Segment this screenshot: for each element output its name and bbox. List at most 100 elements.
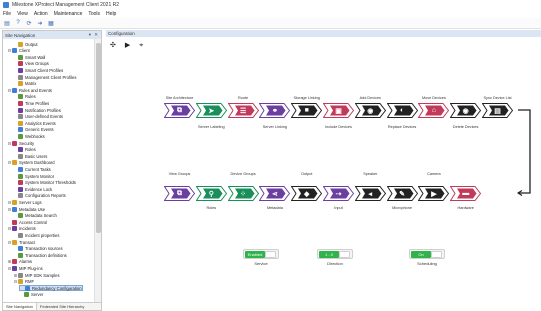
camera-step[interactable]: ▶ (418, 186, 450, 201)
view-groups-step[interactable]: ⧉ (164, 186, 195, 201)
input-icon: ⇢ (335, 190, 342, 198)
delete-device-step[interactable]: ◉ (450, 103, 482, 118)
output-step[interactable]: ◆ (291, 186, 323, 201)
menu-maintenance[interactable]: Maintenance (54, 11, 83, 17)
tree-item[interactable]: Redundancy Configuration (19, 285, 83, 292)
storage-step[interactable]: ■ (291, 103, 323, 118)
tree-item[interactable]: ⊟ Server Logs (7, 199, 42, 205)
tree-item[interactable]: ⊟ System Dashboard (7, 160, 55, 166)
speaker-step[interactable]: ◂ (354, 186, 386, 201)
tree-item[interactable]: Evidence Lock (13, 186, 52, 192)
tree-item[interactable]: Rules (13, 94, 36, 100)
tree-item[interactable]: Transaction definitions (13, 252, 67, 258)
pane-controls[interactable]: ▾ ✕ (89, 32, 99, 38)
route-step[interactable]: ☰ (227, 103, 259, 118)
sync-list-step[interactable]: ▤ (482, 103, 513, 118)
menu-view[interactable]: View (17, 11, 28, 17)
pointer-tool-icon[interactable]: ▶ (125, 42, 130, 49)
tree-item[interactable]: Configuration Reports (13, 193, 66, 199)
tree-item[interactable]: Server (19, 292, 43, 298)
tree-scrollbar[interactable] (94, 39, 101, 304)
roles-step[interactable]: ⚲ (195, 186, 227, 201)
tree-item[interactable]: ⊞ Alarms (7, 259, 32, 265)
menu-help[interactable]: Help (106, 11, 116, 17)
metadata-step[interactable]: ⋖ (259, 186, 291, 201)
window-title: Milestone XProtect Management Client 202… (12, 1, 120, 8)
tree-item[interactable]: ⊟ RMF (13, 279, 34, 285)
toggle-knob[interactable] (339, 251, 350, 258)
tree-item[interactable]: System Monitor Thresholds (13, 180, 76, 186)
tree-item-label: RMF (25, 279, 35, 285)
tree-item[interactable]: Roles (13, 147, 36, 153)
tree-item-label: Management Client Profiles (25, 74, 77, 80)
tab-site-navigation[interactable]: Site Navigation (3, 303, 37, 310)
tree-item[interactable]: ⊟ Security (7, 140, 34, 146)
tree-item[interactable]: ⊟ Transact (7, 239, 35, 245)
toggle-state: On (411, 251, 431, 258)
tree-item[interactable]: ⊟ Client (7, 48, 30, 54)
step-label: Microphone (392, 206, 413, 210)
tree-item-label: Incident properties (25, 232, 60, 238)
tree-item[interactable]: Notification Profiles (13, 107, 61, 113)
tag-step[interactable]: ➤ (195, 103, 227, 118)
hardware-step[interactable]: ▬ (450, 186, 482, 201)
tree-scrollbar-thumb[interactable] (96, 43, 101, 233)
tree-item[interactable]: Analytics Events (13, 120, 56, 126)
tree-item[interactable]: View Groups (13, 61, 49, 67)
pan-tool-icon[interactable]: ✣ (110, 42, 116, 49)
toggle-service[interactable]: Enabled (243, 249, 279, 259)
tree-item[interactable]: ⊟ MIP Plug-ins (7, 265, 43, 271)
tree-item-label: Analytics Events (25, 120, 56, 126)
tree-item[interactable]: ⊟ Rules and Events (7, 87, 52, 93)
menu-file[interactable]: File (3, 11, 11, 17)
include-step[interactable]: ▣ (323, 103, 354, 118)
device-groups-step[interactable]: ⁘ (227, 186, 259, 201)
tree-node-icon (18, 186, 23, 192)
tree-node-icon (18, 114, 23, 120)
menu-tools[interactable]: Tools (88, 11, 100, 17)
tree-item[interactable]: Incident properties (13, 232, 59, 238)
tree-item[interactable]: Access Control (7, 219, 47, 225)
grid-icon[interactable]: ▦ (47, 19, 55, 27)
menu-action[interactable]: Action (34, 11, 48, 17)
tree-item[interactable]: User-defined Events (13, 114, 63, 120)
hardware-icon: ▬ (462, 190, 470, 197)
tree-item[interactable]: ⊞ MIP SDK Samples (13, 272, 60, 278)
tree-item[interactable]: Transaction sources (13, 246, 63, 252)
tree-node-icon (18, 166, 23, 172)
tree-item[interactable]: Smart Wall (13, 54, 45, 60)
toggle-state: 1 - 0 (319, 251, 339, 258)
tree-item[interactable]: Output (13, 41, 38, 47)
toggle-direction[interactable]: 1 - 0 (317, 249, 353, 259)
tree-item[interactable]: Management Client Profiles (13, 74, 76, 80)
replace-step[interactable]: ◐ (386, 103, 418, 118)
save-icon[interactable]: ▤ (3, 19, 11, 27)
step-label: Replace Devices (387, 125, 417, 129)
help-icon[interactable]: ? (14, 19, 22, 27)
link-step[interactable]: ⚭ (259, 103, 291, 118)
tree-item[interactable]: Smart Client Profiles (13, 67, 63, 73)
tree-item[interactable]: Webhooks (13, 133, 45, 139)
input-step[interactable]: ⇢ (323, 186, 354, 201)
sitemap-step[interactable]: ⧉ (164, 103, 195, 118)
tree-item[interactable]: Matrix (13, 81, 36, 87)
tree-item[interactable]: Current Tasks (13, 166, 51, 172)
tree-item[interactable]: Basic Users (13, 153, 47, 159)
toggle-knob[interactable] (431, 251, 442, 258)
arrow-icon[interactable]: ➜ (36, 19, 44, 27)
add-device-step[interactable]: ◉ (354, 103, 386, 118)
tree-item[interactable]: ⊟ Incidents (7, 226, 36, 232)
refresh-icon[interactable]: ⟳ (25, 19, 33, 27)
tab-federated-site-hierarchy[interactable]: Federated Site Hierarchy (37, 304, 87, 309)
toggle-scheduling[interactable]: On (409, 249, 445, 259)
link-tool-icon[interactable]: ⌖ (139, 42, 143, 49)
microphone-step[interactable]: ✎ (386, 186, 418, 201)
tree-item[interactable]: Generic Events (13, 127, 54, 133)
tree-item[interactable]: ⊟ Metadata Use (7, 206, 45, 212)
toggle-knob[interactable] (265, 251, 276, 258)
tree-item-label: Security (19, 140, 35, 146)
tree-item[interactable]: Metadata Search (13, 213, 57, 219)
tree-item[interactable]: Time Profiles (13, 100, 49, 106)
tree-item[interactable]: System Monitor (13, 173, 54, 179)
move-device-step[interactable]: ⌂ (418, 103, 450, 118)
